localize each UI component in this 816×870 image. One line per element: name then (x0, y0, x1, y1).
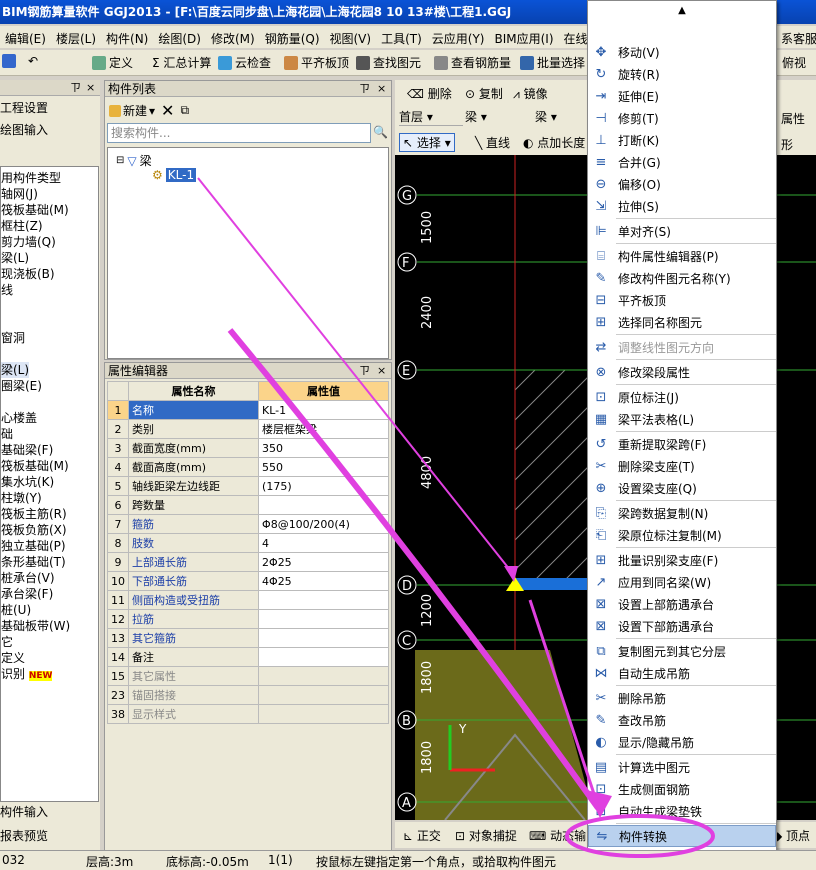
annotation-arrowhead (504, 566, 518, 582)
annotation-overlay (197, 177, 715, 858)
annotation-arrow-thin (197, 177, 515, 576)
annotation-ellipse (565, 814, 715, 858)
annotation-arrow-thick (227, 328, 601, 810)
annotation-arrow-2 (528, 599, 598, 801)
annotation-arrowhead-thick (586, 790, 612, 818)
